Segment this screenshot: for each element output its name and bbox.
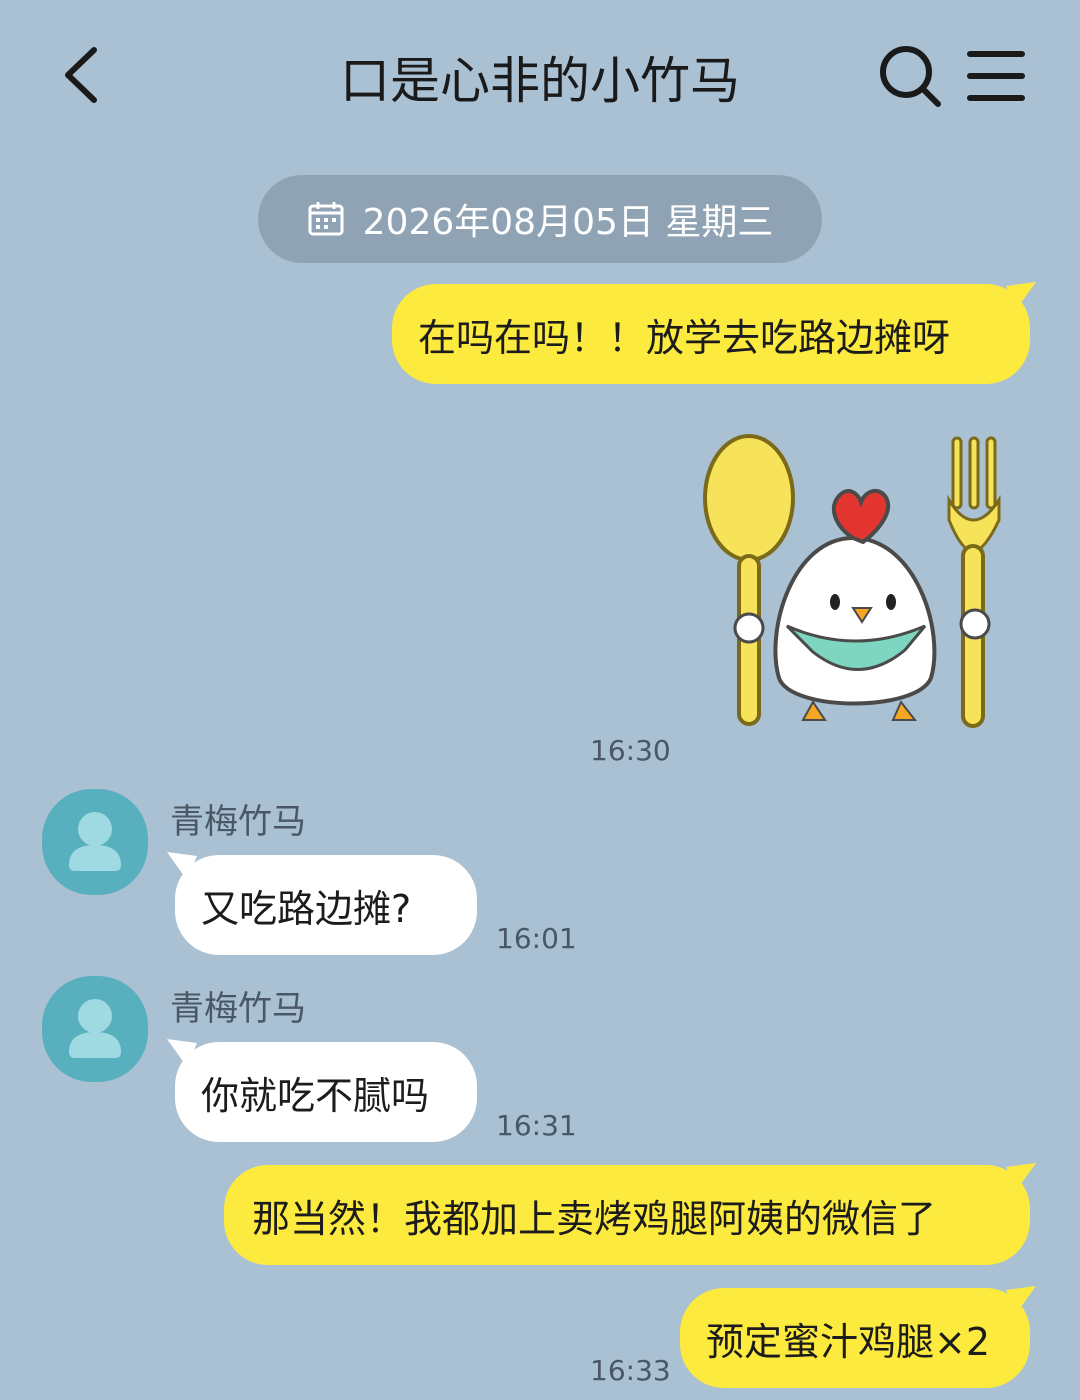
- message-text: 预定蜜汁鸡腿×2: [706, 1319, 991, 1364]
- sender-name: 青梅竹马: [170, 802, 306, 842]
- message-text: 又吃路边摊?: [201, 886, 412, 931]
- search-icon: [880, 46, 941, 107]
- menu-icon: [967, 51, 1025, 101]
- message-time: 16:01: [496, 922, 577, 955]
- chat-header: 口是心非的小竹马: [0, 0, 1080, 150]
- message-bubble-outgoing[interactable]: 在吗在吗！！放学去吃路边摊呀: [392, 284, 1030, 384]
- bubble-tail: [167, 852, 197, 880]
- bubble-tail: [1006, 282, 1036, 310]
- avatar[interactable]: [42, 976, 148, 1082]
- sender-name: 青梅竹马: [170, 989, 306, 1029]
- message-bubble-incoming[interactable]: 又吃路边摊?: [175, 855, 477, 955]
- bubble-tail: [1006, 1163, 1036, 1191]
- message-text: 那当然！我都加上卖烤鸡腿阿姨的微信了: [252, 1196, 937, 1241]
- calendar-icon: [308, 202, 344, 236]
- date-text: 2026年08月05日 星期三: [362, 202, 774, 243]
- chevron-left-icon: [65, 47, 97, 103]
- back-button[interactable]: [56, 42, 116, 108]
- message-text: 在吗在吗！！放学去吃路边摊呀: [418, 315, 951, 360]
- avatar[interactable]: [42, 789, 148, 895]
- message-time: 16:30: [590, 734, 671, 767]
- date-divider: 2026年08月05日 星期三: [258, 175, 822, 263]
- search-button[interactable]: [876, 42, 946, 112]
- message-time: 16:33: [590, 1354, 671, 1387]
- chicken-sticker[interactable]: [695, 430, 1015, 730]
- chat-title: 口是心非的小竹马: [340, 52, 740, 110]
- bubble-tail: [1006, 1286, 1036, 1314]
- person-icon: [69, 999, 121, 1058]
- message-time: 16:31: [496, 1109, 577, 1142]
- fork-icon: [947, 436, 1001, 728]
- message-bubble-incoming[interactable]: 你就吃不腻吗: [175, 1042, 477, 1142]
- message-bubble-outgoing[interactable]: 预定蜜汁鸡腿×2: [680, 1288, 1030, 1388]
- message-bubble-outgoing[interactable]: 那当然！我都加上卖烤鸡腿阿姨的微信了: [224, 1165, 1030, 1265]
- person-icon: [69, 812, 121, 871]
- message-text: 你就吃不腻吗: [201, 1073, 430, 1118]
- menu-button[interactable]: [964, 46, 1028, 106]
- bubble-tail: [167, 1039, 197, 1067]
